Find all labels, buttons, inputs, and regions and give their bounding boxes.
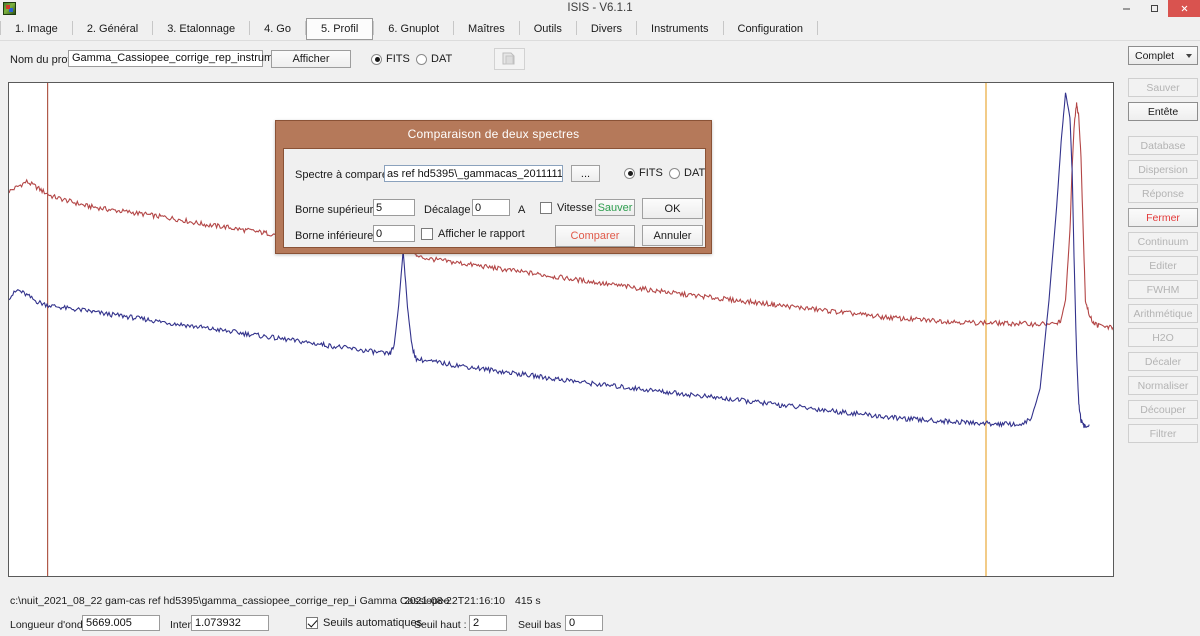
decalage-input[interactable]: 0 <box>472 199 510 216</box>
tab-go[interactable]: 4. Go <box>250 18 305 40</box>
sidebar-button-normaliser: Normaliser <box>1128 376 1198 395</box>
dialog-title: Comparaison de deux spectres <box>276 121 711 147</box>
dialog-format-dat-label: DAT <box>684 167 705 179</box>
intensity-value[interactable]: 1.073932 <box>191 615 269 631</box>
tab-configuration[interactable]: Configuration <box>724 18 817 40</box>
spectre-a-comparer-input[interactable]: as ref hd5395\_gammacas_20111117_723_c-b… <box>384 165 563 182</box>
close-button[interactable] <box>1168 0 1200 17</box>
tab-divers[interactable]: Divers <box>577 18 636 40</box>
sidebar-button-continuum: Continuum <box>1128 232 1198 251</box>
annuler-button[interactable]: Annuler <box>642 225 703 246</box>
auto-thresholds-checkbox[interactable]: Seuils automatiques <box>306 617 422 629</box>
sidebar-button-entete[interactable]: Entête <box>1128 102 1198 121</box>
borne-superieure-label: Borne supérieure : <box>295 204 386 216</box>
threshold-low-label: Seuil bas : <box>518 619 567 631</box>
sidebar-button-fermer[interactable]: Fermer <box>1128 208 1198 227</box>
format-fits-radio[interactable]: FITS <box>371 53 410 65</box>
format-dat-radio[interactable]: DAT <box>416 53 452 65</box>
dialog-browse-button[interactable]: ... <box>571 165 600 182</box>
sidebar-button-database: Database <box>1128 136 1198 155</box>
format-fits-label: FITS <box>386 53 410 65</box>
compare-spectra-dialog: Comparaison de deux spectres Spectre à c… <box>275 120 712 254</box>
tab-general[interactable]: 2. Général <box>73 18 152 40</box>
borne-inferieure-input[interactable]: 0 <box>373 225 415 242</box>
checkbox-icon <box>306 617 318 629</box>
afficher-rapport-checkbox[interactable]: Afficher le rapport <box>421 228 525 240</box>
auto-thresholds-label: Seuils automatiques <box>323 617 422 629</box>
tab-etalonnage[interactable]: 3. Etalonnage <box>153 18 249 40</box>
sidebar-button-arithmetique: Arithmétique <box>1128 304 1198 323</box>
afficher-rapport-label: Afficher le rapport <box>438 228 525 240</box>
sidebar-button-dispersion: Dispersion <box>1128 160 1198 179</box>
window-controls <box>1112 0 1200 17</box>
afficher-button[interactable]: Afficher <box>271 50 351 68</box>
comparer-button[interactable]: Comparer <box>555 225 635 247</box>
dialog-body: Spectre à comparer : as ref hd5395\_gamm… <box>283 148 706 248</box>
threshold-high-label: Seuil haut : <box>414 619 467 631</box>
window-title: ISIS - V6.1.1 <box>0 0 1200 17</box>
radio-dot-icon <box>669 168 680 179</box>
sidebar-button-decouper: Découper <box>1128 400 1198 419</box>
sidebar-button-decaler: Décaler <box>1128 352 1198 371</box>
radio-dot-icon <box>416 54 427 65</box>
copy-icon-button <box>494 48 525 70</box>
status-file-path: c:\nuit_2021_08_22 gam-cas ref hd5395\ga… <box>10 595 450 607</box>
copy-icon <box>501 51 518 67</box>
ok-button[interactable]: OK <box>642 198 703 219</box>
minimize-button[interactable] <box>1112 0 1140 17</box>
chevron-down-icon <box>1186 54 1192 58</box>
display-mode-value: Complet <box>1135 50 1174 62</box>
tab-maitres[interactable]: Maîtres <box>454 18 519 40</box>
display-mode-select[interactable]: Complet <box>1128 46 1198 65</box>
spectre-a-comparer-label: Spectre à comparer : <box>295 169 398 181</box>
tab-gnuplot[interactable]: 6. Gnuplot <box>374 18 453 40</box>
checkbox-icon <box>421 228 433 240</box>
tab-instruments[interactable]: Instruments <box>637 18 722 40</box>
sidebar-button-h2o: H2O <box>1128 328 1198 347</box>
tab-separator <box>817 21 818 35</box>
radio-dot-icon <box>624 168 635 179</box>
tab-outils[interactable]: Outils <box>520 18 576 40</box>
dialog-format-fits-label: FITS <box>639 167 663 179</box>
sidebar-button-filtrer: Filtrer <box>1128 424 1198 443</box>
decalage-unit: A <box>518 204 525 216</box>
sidebar-button-fwhm: FWHM <box>1128 280 1198 299</box>
vitesse-label: Vitesse <box>557 202 593 214</box>
profile-name-input[interactable]: Gamma_Cassiopee_corrige_rep_instrumental… <box>68 50 263 67</box>
title-bar: ISIS - V6.1.1 <box>0 0 1200 17</box>
isis-application-window: ISIS - V6.1.1 1. Image 2. Général 3. Eta… <box>0 0 1200 636</box>
format-dat-label: DAT <box>431 53 452 65</box>
borne-superieure-input[interactable]: 5 <box>373 199 415 216</box>
wavelength-value[interactable]: 5669.005 <box>82 615 160 631</box>
main-tab-bar[interactable]: 1. Image 2. Général 3. Etalonnage 4. Go … <box>0 17 1200 41</box>
spectre-a-comparer-value: as ref hd5395\_gammacas_20111117_723_c-b… <box>387 168 563 180</box>
isis-app-icon <box>2 1 18 17</box>
tab-profil[interactable]: 5. Profil <box>306 18 373 40</box>
status-exposure: 415 s <box>515 595 541 607</box>
dialog-format-fits-radio[interactable]: FITS <box>624 167 663 179</box>
threshold-low-input[interactable]: 0 <box>565 615 603 631</box>
right-sidebar: Complet Sauver Entête Database Dispersio… <box>1128 46 1198 443</box>
sidebar-button-reponse: Réponse <box>1128 184 1198 203</box>
tab-image[interactable]: 1. Image <box>1 18 72 40</box>
profil-toolbar: Nom du profil : Gamma_Cassiopee_corrige_… <box>0 42 1200 79</box>
radio-dot-icon <box>371 54 382 65</box>
borne-inferieure-label: Borne inférieure : <box>295 230 379 242</box>
status-bar: c:\nuit_2021_08_22 gam-cas ref hd5395\ga… <box>0 590 1200 636</box>
decalage-label: Décalage : <box>424 204 477 216</box>
dialog-format-dat-radio[interactable]: DAT <box>669 167 705 179</box>
sauver-button[interactable]: Sauver <box>595 199 635 216</box>
sidebar-button-editer: Editer <box>1128 256 1198 275</box>
threshold-high-input[interactable]: 2 <box>469 615 507 631</box>
sidebar-button-sauver: Sauver <box>1128 78 1198 97</box>
vitesse-checkbox[interactable]: Vitesse <box>540 202 593 214</box>
status-timestamp: 2021-08-22T21:16:10 <box>404 595 505 607</box>
maximize-button[interactable] <box>1140 0 1168 17</box>
checkbox-icon <box>540 202 552 214</box>
